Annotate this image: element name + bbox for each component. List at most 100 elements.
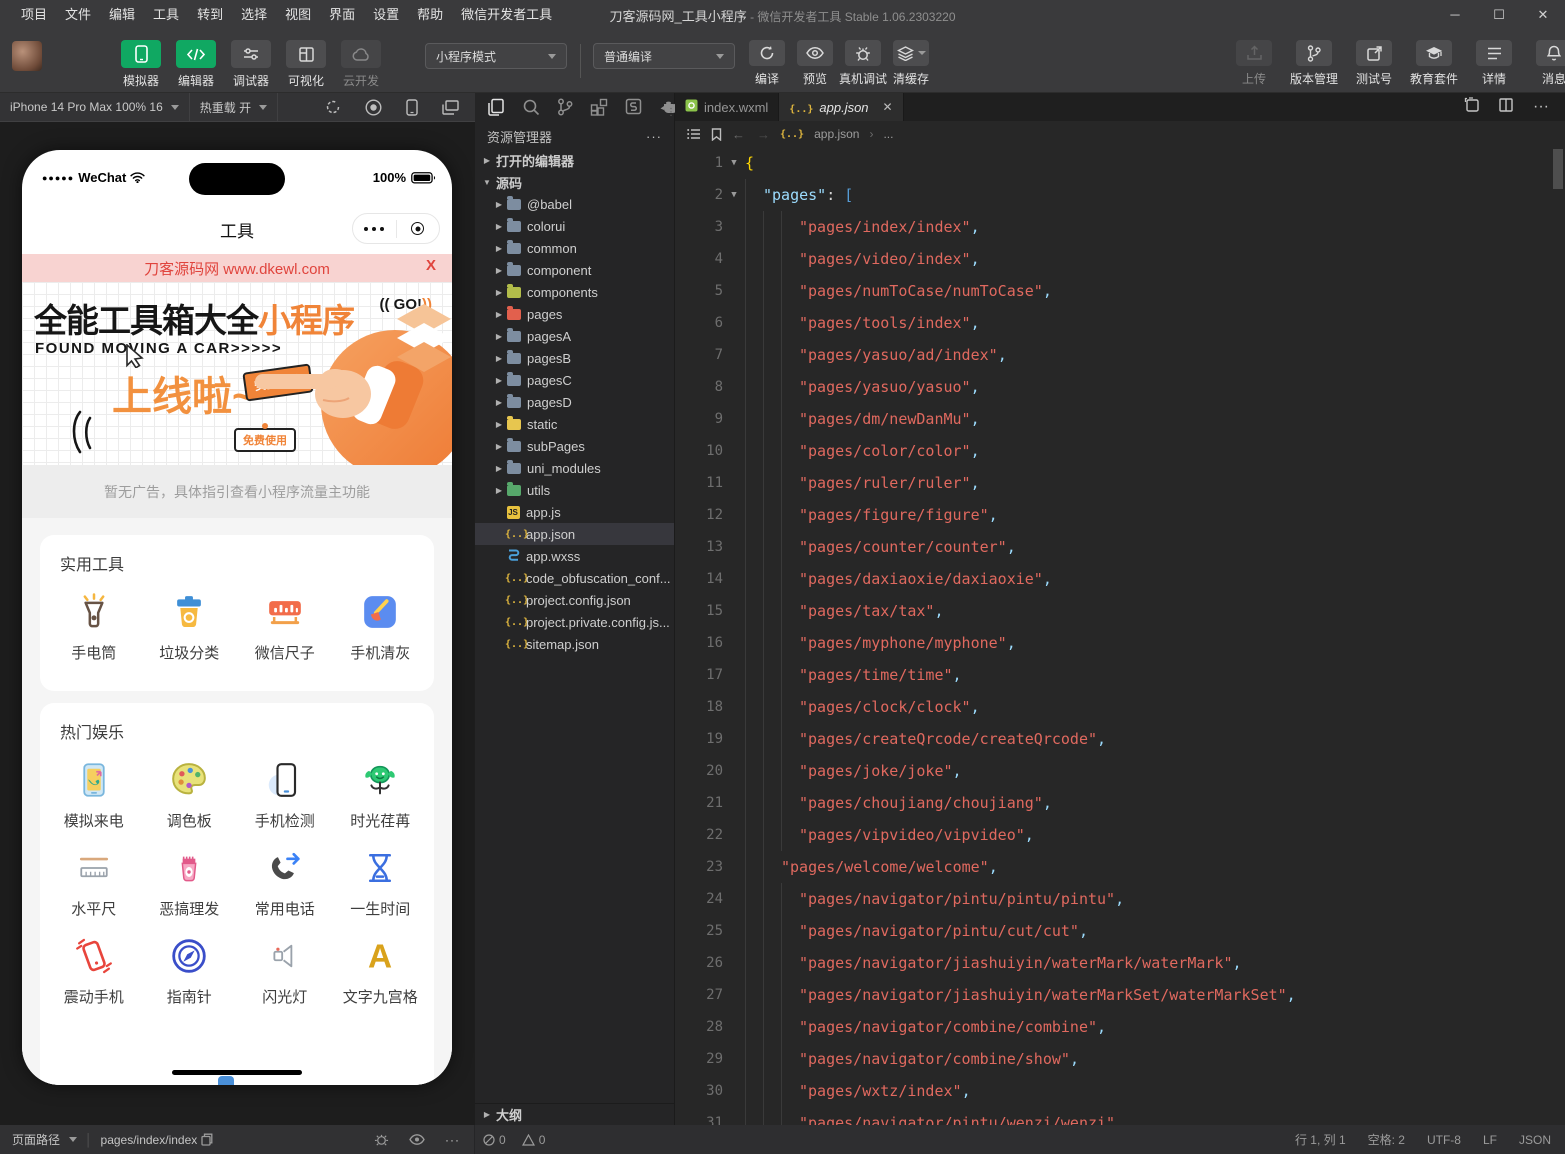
grid-item[interactable]: 水平尺 xyxy=(46,845,142,919)
breadcrumb-more[interactable]: ... xyxy=(883,127,893,141)
plugin-icon[interactable] xyxy=(625,98,642,118)
more-menu-icon[interactable] xyxy=(353,226,396,231)
toolbar-button-branch[interactable]: 版本管理 xyxy=(1288,40,1340,87)
tab-index.wxml[interactable]: index.wxml xyxy=(675,93,780,121)
nav-forward-icon[interactable]: → xyxy=(757,127,770,142)
grid-item[interactable]: 震动手机 xyxy=(46,933,142,1007)
toolbar-button-code[interactable]: 编辑器 xyxy=(173,40,219,89)
toolbar-button-layout[interactable]: 可视化 xyxy=(283,40,329,89)
home-capsule-icon[interactable] xyxy=(397,222,440,235)
grid-item[interactable]: 手机清灰 xyxy=(333,589,429,663)
tree-item[interactable]: ▶ subPages xyxy=(475,435,674,457)
tree-item[interactable]: ▶ components xyxy=(475,281,674,303)
toolbar-button-eye[interactable]: 预览 xyxy=(793,40,837,87)
close-button[interactable]: ✕ xyxy=(1521,0,1565,30)
cursor-position[interactable]: 行 1, 列 1 xyxy=(1295,1131,1346,1148)
debug-icon[interactable] xyxy=(374,1132,389,1147)
menu-item[interactable]: 文件 xyxy=(56,0,100,30)
grid-item[interactable]: 垃圾分类 xyxy=(142,589,238,663)
more-icon[interactable]: ··· xyxy=(445,1133,460,1147)
explorer-more-icon[interactable]: ··· xyxy=(646,129,662,144)
tree-item[interactable]: ▶ static xyxy=(475,413,674,435)
tree-item[interactable]: ▶ pagesC xyxy=(475,369,674,391)
minimize-button[interactable]: ─ xyxy=(1433,0,1477,30)
problems-warnings[interactable]: 0 xyxy=(514,1133,554,1147)
tree-item[interactable]: ▶ pagesB xyxy=(475,347,674,369)
tree-item[interactable]: {..} code_obfuscation_conf... xyxy=(475,567,674,589)
editor-more-icon[interactable]: ··· xyxy=(1533,98,1549,116)
extensions-icon[interactable] xyxy=(590,98,608,119)
tree-item[interactable]: ▶ common xyxy=(475,237,674,259)
language-mode[interactable]: JSON xyxy=(1519,1133,1551,1147)
eye-icon[interactable] xyxy=(409,1134,425,1145)
search-icon[interactable] xyxy=(522,98,540,119)
page-path-dropdown[interactable]: 页面路径 xyxy=(0,1131,85,1148)
current-page-path[interactable]: pages/index/index xyxy=(93,1133,222,1147)
open-editors-section[interactable]: ▶ 打开的编辑器 xyxy=(475,149,674,171)
menu-item[interactable]: 编辑 xyxy=(100,0,144,30)
grid-item[interactable]: 时光荏苒 xyxy=(333,757,429,831)
eol[interactable]: LF xyxy=(1483,1133,1497,1147)
menu-item[interactable]: 设置 xyxy=(364,0,408,30)
user-avatar[interactable] xyxy=(12,41,42,71)
tree-item[interactable]: ▶ utils xyxy=(475,479,674,501)
breadcrumb-file[interactable]: app.json xyxy=(814,127,859,141)
tree-item[interactable]: {..} sitemap.json xyxy=(475,633,674,655)
menu-item[interactable]: 项目 xyxy=(12,0,56,30)
nav-back-icon[interactable]: ← xyxy=(732,127,745,142)
tree-item[interactable]: JS app.js xyxy=(475,501,674,523)
tree-item[interactable]: {..} project.config.json xyxy=(475,589,674,611)
sim-record-icon[interactable] xyxy=(365,98,382,116)
toolbar-button-upload[interactable]: 上传 xyxy=(1228,40,1280,87)
compile-mode-dropdown[interactable]: 普通编译 xyxy=(593,43,735,69)
tree-item[interactable]: app.wxss xyxy=(475,545,674,567)
list-icon[interactable] xyxy=(687,128,701,140)
editor-scrollbar[interactable] xyxy=(1553,149,1563,189)
hot-reload-toggle[interactable]: 热重载 开 xyxy=(190,93,279,122)
device-selector[interactable]: iPhone 14 Pro Max 100% 16 xyxy=(0,93,190,122)
problems-errors[interactable]: 0 xyxy=(475,1133,514,1147)
indentation[interactable]: 空格: 2 xyxy=(1368,1131,1405,1148)
source-section[interactable]: ▼ 源码 xyxy=(475,171,674,193)
toolbar-button-cloud[interactable]: 云开发 xyxy=(338,40,384,89)
toolbar-button-layers[interactable]: 清缓存 xyxy=(889,40,933,87)
grid-item[interactable]: 恶搞理发 xyxy=(142,845,238,919)
menu-item[interactable]: 工具 xyxy=(144,0,188,30)
tree-item[interactable]: ▶ component xyxy=(475,259,674,281)
grid-item[interactable]: 手机检测 xyxy=(237,757,333,831)
grid-item[interactable]: 一生时间 xyxy=(333,845,429,919)
sim-multiwindow-icon[interactable] xyxy=(442,99,459,115)
menu-item[interactable]: 微信开发者工具 xyxy=(452,0,561,30)
menu-item[interactable]: 视图 xyxy=(276,0,320,30)
sim-restart-icon[interactable] xyxy=(325,99,341,115)
run-mode-dropdown[interactable]: 小程序模式 xyxy=(425,43,567,69)
tree-item[interactable]: ▶ @babel xyxy=(475,193,674,215)
grid-item[interactable]: A 文字九宫格 xyxy=(333,933,429,1007)
menu-item[interactable]: 界面 xyxy=(320,0,364,30)
toolbar-button-simulator[interactable]: 模拟器 xyxy=(118,40,164,89)
menu-item[interactable]: 选择 xyxy=(232,0,276,30)
encoding[interactable]: UTF-8 xyxy=(1427,1133,1461,1147)
copy-icon[interactable] xyxy=(201,1133,213,1146)
open-preview-icon[interactable] xyxy=(1464,97,1479,117)
grid-item[interactable]: 闪光灯 xyxy=(237,933,333,1007)
tree-item[interactable]: ▶ uni_modules xyxy=(475,457,674,479)
menu-item[interactable]: 转到 xyxy=(188,0,232,30)
tree-item[interactable]: ▶ pagesD xyxy=(475,391,674,413)
grid-item[interactable]: 调色板 xyxy=(142,757,238,831)
toolbar-button-bell[interactable]: 消息 xyxy=(1528,40,1565,87)
bookmark-icon[interactable] xyxy=(711,127,722,141)
capsule-menu[interactable] xyxy=(352,213,440,244)
close-promo-icon[interactable]: X xyxy=(426,257,436,274)
tree-item[interactable]: {..} project.private.config.js... xyxy=(475,611,674,633)
toolbar-button-gradcap[interactable]: 教育套件 xyxy=(1408,40,1460,87)
tab-app.json[interactable]: {..} app.json ✕ xyxy=(779,93,904,121)
toolbar-button-testbox[interactable]: 测试号 xyxy=(1348,40,1400,87)
toolbar-button-bug[interactable]: 真机调试 xyxy=(839,40,887,87)
grid-item[interactable]: 模拟来电 xyxy=(46,757,142,831)
maximize-button[interactable]: ☐ xyxy=(1477,0,1521,30)
hero-banner[interactable]: 全能工具箱大全小程序 (( GO!)) FOUND MOVING A CAR>>… xyxy=(22,282,452,465)
promo-banner[interactable]: 刀客源码网 www.dkewl.com X xyxy=(22,254,452,282)
source-control-icon[interactable] xyxy=(557,98,573,119)
tree-item[interactable]: {..} app.json xyxy=(475,523,674,545)
